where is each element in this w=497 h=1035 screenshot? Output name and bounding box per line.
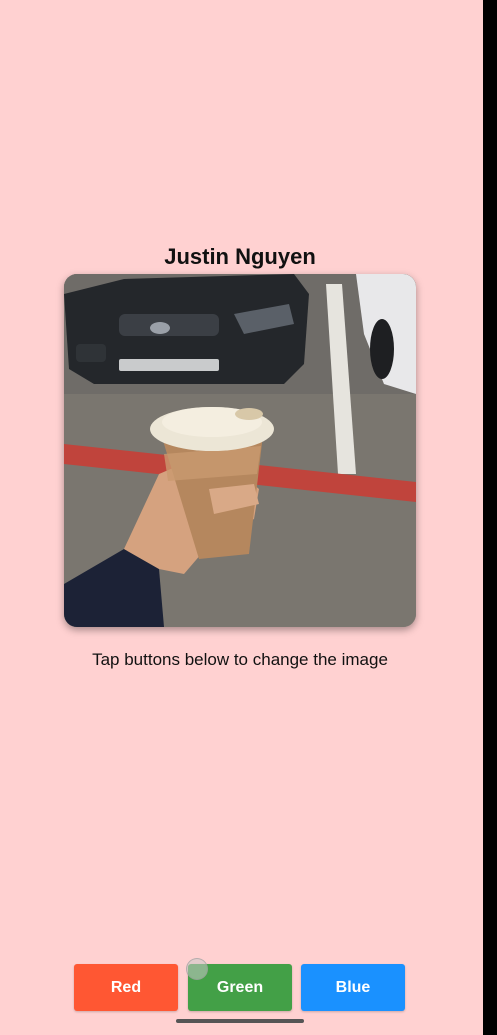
profile-photo (64, 274, 416, 627)
blue-button[interactable]: Blue (301, 964, 405, 1011)
instruction-text: Tap buttons below to change the image (92, 650, 388, 669)
touch-indicator (186, 958, 208, 980)
red-button[interactable]: Red (74, 964, 178, 1011)
app-screen: Justin Nguyen Tap buttons below to chang… (0, 0, 483, 1035)
home-indicator[interactable] (176, 1019, 304, 1023)
profile-name: Justin Nguyen (164, 244, 316, 269)
